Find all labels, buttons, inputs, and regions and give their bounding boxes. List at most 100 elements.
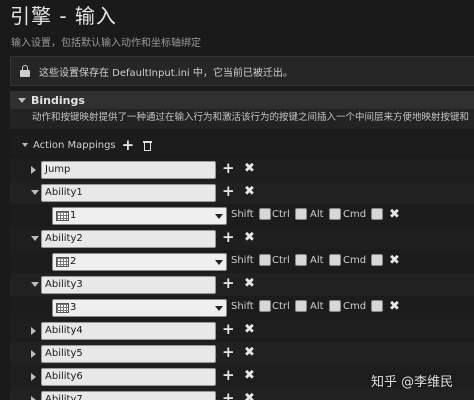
collapsed-arrow-icon[interactable]	[31, 166, 36, 174]
modifier-label: Ctrl	[272, 300, 290, 312]
add-mapping-plus-icon[interactable]: +	[122, 137, 135, 153]
key-value: 3	[70, 302, 77, 313]
bindings-title: Bindings	[31, 93, 85, 107]
add-key-plus-icon[interactable]: +	[222, 184, 235, 199]
action-name-field[interactable]: Ability6	[41, 368, 216, 386]
ctrl-checkbox[interactable]	[294, 208, 307, 220]
lock-icon	[20, 65, 30, 77]
add-key-plus-icon[interactable]: +	[222, 322, 235, 337]
collapse-arrow-icon[interactable]	[22, 143, 28, 147]
cmd-checkbox[interactable]	[371, 300, 384, 312]
modifier-label: Ctrl	[272, 208, 290, 220]
alt-checkbox[interactable]	[328, 254, 341, 266]
modifier-cmd: Cmd	[343, 208, 384, 220]
modifier-cmd: Cmd	[343, 254, 384, 266]
modifier-label: Shift	[231, 208, 254, 220]
dropdown-arrow-icon[interactable]	[215, 260, 223, 265]
remove-key-x-icon[interactable]: ✖	[389, 300, 400, 313]
key-selector-dropdown[interactable]: 1	[52, 207, 227, 225]
collapsed-arrow-icon[interactable]	[31, 373, 36, 381]
collapse-arrow-icon[interactable]	[18, 97, 26, 103]
action-mapping-row: Ability4 + ✖	[10, 319, 474, 342]
key-value: 1	[70, 210, 77, 221]
modifier-ctrl: Ctrl	[272, 300, 307, 312]
watermark: 知乎 @李维民	[371, 375, 454, 390]
key-binding-row: 3 Shift Ctrl Alt Cmd ✖	[10, 296, 474, 319]
modifier-cmd: Cmd	[343, 300, 384, 312]
add-key-plus-icon[interactable]: +	[222, 368, 235, 383]
dropdown-arrow-icon[interactable]	[215, 214, 223, 219]
modifier-label: Ctrl	[272, 254, 290, 266]
action-mapping-row: Ability2 + ✖	[10, 227, 474, 250]
add-key-plus-icon[interactable]: +	[222, 345, 235, 360]
remove-key-x-icon[interactable]: ✖	[389, 254, 400, 267]
modifier-label: Alt	[310, 300, 324, 312]
page-subtitle: 输入设置，包括默认输入动作和坐标轴绑定	[11, 38, 201, 49]
action-mappings-header: Action Mappings +	[10, 135, 474, 155]
alt-checkbox[interactable]	[328, 300, 341, 312]
expanded-arrow-icon[interactable]	[31, 281, 39, 287]
action-name-field[interactable]: Ability2	[41, 230, 216, 248]
remove-key-x-icon[interactable]: ✖	[389, 208, 400, 221]
remove-mapping-x-icon[interactable]: ✖	[244, 277, 255, 290]
modifier-shift: Shift	[231, 254, 271, 266]
shift-checkbox[interactable]	[258, 300, 271, 312]
cmd-checkbox[interactable]	[371, 254, 384, 266]
cmd-checkbox[interactable]	[371, 208, 384, 220]
modifier-alt: Alt	[310, 254, 341, 266]
action-mapping-row: Ability3 + ✖	[10, 273, 474, 296]
modifier-alt: Alt	[310, 300, 341, 312]
add-key-plus-icon[interactable]: +	[222, 161, 235, 176]
key-selector-dropdown[interactable]: 3	[52, 299, 227, 317]
collapsed-arrow-icon[interactable]	[31, 396, 36, 400]
action-name-field[interactable]: Ability7	[41, 391, 216, 400]
delete-all-trash-icon[interactable]	[143, 140, 153, 151]
action-mapping-row: Jump + ✖	[10, 158, 474, 181]
action-mapping-row: Ability1 + ✖	[10, 181, 474, 204]
modifier-label: Alt	[310, 208, 324, 220]
action-name-field[interactable]: Ability5	[41, 345, 216, 363]
key-binding-row: 1 Shift Ctrl Alt Cmd ✖	[10, 204, 474, 227]
remove-mapping-x-icon[interactable]: ✖	[244, 231, 255, 244]
action-name-field[interactable]: Ability4	[41, 322, 216, 340]
action-name-field[interactable]: Ability3	[41, 276, 216, 294]
keyboard-icon	[56, 257, 69, 267]
ctrl-checkbox[interactable]	[294, 300, 307, 312]
modifier-label: Alt	[310, 254, 324, 266]
action-mapping-list: Jump + ✖ Ability1 + ✖ 1 Shift Ctrl Alt Cmd ✖ Ability…	[10, 158, 474, 400]
modifier-label: Cmd	[343, 300, 367, 312]
checkout-notice: 这些设置保存在 DefaultInput.ini 中，它当前已被迁出。	[10, 56, 474, 86]
remove-mapping-x-icon[interactable]: ✖	[244, 392, 255, 400]
dropdown-arrow-icon[interactable]	[215, 306, 223, 311]
keyboard-icon	[56, 211, 69, 221]
input-settings-panel: 引擎 - 输入 输入设置，包括默认输入动作和坐标轴绑定 这些设置保存在 Defa…	[0, 0, 474, 400]
keyboard-icon	[56, 303, 69, 313]
collapsed-arrow-icon[interactable]	[31, 350, 36, 358]
expanded-arrow-icon[interactable]	[31, 189, 39, 195]
action-name-field[interactable]: Ability1	[41, 184, 216, 202]
add-key-plus-icon[interactable]: +	[222, 391, 235, 400]
add-key-plus-icon[interactable]: +	[222, 276, 235, 291]
shift-checkbox[interactable]	[258, 208, 271, 220]
remove-mapping-x-icon[interactable]: ✖	[244, 162, 255, 175]
remove-mapping-x-icon[interactable]: ✖	[244, 346, 255, 359]
modifier-alt: Alt	[310, 208, 341, 220]
collapsed-arrow-icon[interactable]	[31, 327, 36, 335]
bindings-section-header[interactable]: Bindings	[10, 91, 474, 109]
key-binding-row: 2 Shift Ctrl Alt Cmd ✖	[10, 250, 474, 273]
shift-checkbox[interactable]	[258, 254, 271, 266]
ctrl-checkbox[interactable]	[294, 254, 307, 266]
remove-mapping-x-icon[interactable]: ✖	[244, 369, 255, 382]
add-key-plus-icon[interactable]: +	[222, 230, 235, 245]
key-selector-dropdown[interactable]: 2	[52, 253, 227, 271]
remove-mapping-x-icon[interactable]: ✖	[244, 323, 255, 336]
notice-text: 这些设置保存在 DefaultInput.ini 中，它当前已被迁出。	[39, 67, 293, 79]
alt-checkbox[interactable]	[328, 208, 341, 220]
action-mappings-label: Action Mappings	[33, 139, 116, 151]
remove-mapping-x-icon[interactable]: ✖	[244, 185, 255, 198]
expanded-arrow-icon[interactable]	[31, 235, 39, 241]
bindings-description: 动作和按键映射提供了一种通过在输入行为和激活该行为的按键之间插入一个中间层来方便…	[10, 109, 474, 129]
action-name-field[interactable]: Jump	[41, 161, 216, 179]
page-title: 引擎 - 输入	[10, 4, 117, 28]
modifier-label: Cmd	[343, 208, 367, 220]
